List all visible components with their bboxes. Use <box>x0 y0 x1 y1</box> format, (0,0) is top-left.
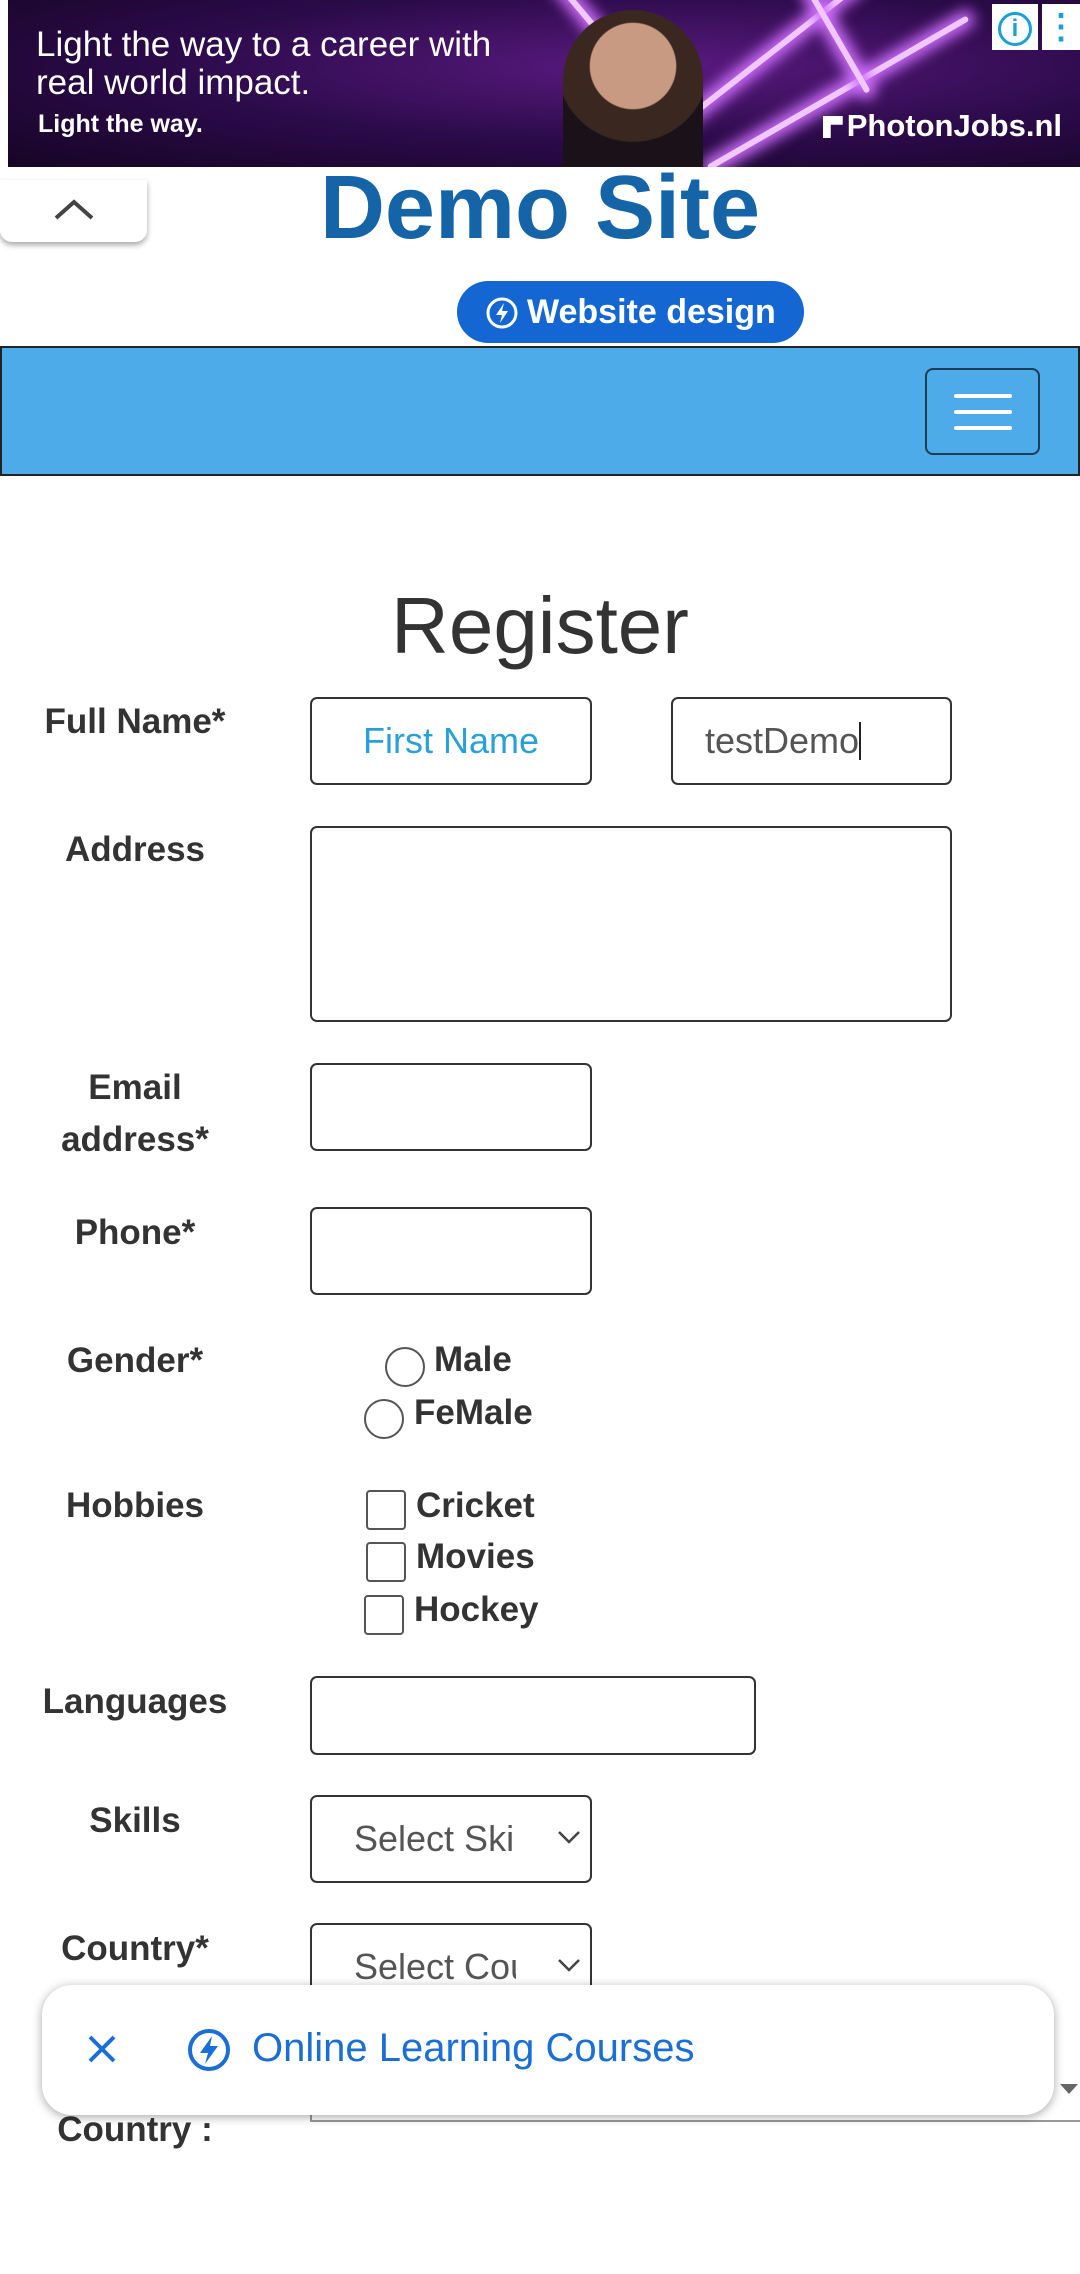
caret-down-icon <box>1060 2084 1078 2094</box>
gender-male-label: Male <box>434 1340 512 1379</box>
hamburger-menu-icon <box>954 394 1012 398</box>
phone-label: Phone* <box>74 1213 196 1252</box>
skills-label: Skills <box>89 1801 181 1840</box>
languages-input[interactable] <box>310 1676 756 1755</box>
hobby-cricket-checkbox[interactable] <box>366 1490 406 1530</box>
collapse-ad-button[interactable] <box>0 180 147 242</box>
ad-person-image <box>563 10 703 167</box>
skills-selected-value: Select Skills <box>354 1818 516 1859</box>
brand-logo-icon <box>822 116 843 138</box>
site-title: Demo Site <box>319 158 761 258</box>
gender-label: Gender* <box>66 1341 204 1380</box>
country-label: Country* <box>61 1929 209 1968</box>
email-field[interactable] <box>310 1063 592 1151</box>
floating-suggestion-bar[interactable]: Online Learning Courses <box>42 1985 1054 2115</box>
email-label-line2: address* <box>61 1120 209 1159</box>
info-icon[interactable]: i <box>992 4 1038 50</box>
phone-field[interactable] <box>310 1207 592 1295</box>
hobby-movies-label: Movies <box>416 1537 535 1576</box>
website-design-link[interactable]: Website design <box>457 281 804 343</box>
address-textarea[interactable] <box>310 826 952 1022</box>
chevron-down-icon <box>558 1959 580 1972</box>
last-name-input[interactable]: testDemo <box>671 697 952 785</box>
bolt-icon <box>486 297 518 329</box>
close-icon[interactable] <box>82 2029 122 2069</box>
hobbies-label: Hobbies <box>65 1486 205 1525</box>
ad-brand: PhotonJobs.nl <box>822 108 1062 144</box>
more-vertical-icon[interactable]: ⋮ <box>1042 4 1080 50</box>
navbar <box>0 346 1080 476</box>
hobby-hockey-label: Hockey <box>414 1590 539 1629</box>
skills-select[interactable]: Select Skills <box>310 1795 592 1883</box>
ad-tagline: Light the way. <box>38 110 203 138</box>
text-caret <box>859 722 862 760</box>
gender-female-label: FeMale <box>414 1393 533 1432</box>
ad-light-beam <box>785 0 871 94</box>
hobby-movies-checkbox[interactable] <box>366 1542 406 1582</box>
hobby-hockey-checkbox[interactable] <box>364 1595 404 1635</box>
address-label: Address <box>64 830 206 869</box>
online-learning-courses-link[interactable]: Online Learning Courses <box>252 2023 694 2073</box>
page-title: Register <box>391 581 689 670</box>
hamburger-menu-button[interactable] <box>925 368 1040 455</box>
email-label-line1: Email <box>88 1068 182 1107</box>
ad-headline: Light the way to a career with real worl… <box>36 25 492 102</box>
full-name-label: Full Name* <box>44 702 226 741</box>
last-name-value: testDemo <box>705 720 860 761</box>
website-design-label: Website design <box>527 293 776 331</box>
gender-male-radio[interactable] <box>385 1347 425 1387</box>
hobby-cricket-label: Cricket <box>416 1486 535 1525</box>
ad-brand-name: PhotonJobs.nl <box>846 108 1062 143</box>
first-name-input[interactable]: First Name <box>310 697 592 785</box>
hamburger-menu-icon <box>954 426 1012 430</box>
hamburger-menu-icon <box>954 410 1012 414</box>
chevron-down-icon <box>558 1831 580 1844</box>
bolt-icon <box>188 2029 230 2071</box>
languages-label: Languages <box>42 1682 228 1721</box>
gender-female-radio[interactable] <box>364 1399 404 1439</box>
chevron-up-icon <box>54 199 94 220</box>
ad-banner[interactable]: Light the way to a career with real worl… <box>8 0 1080 167</box>
